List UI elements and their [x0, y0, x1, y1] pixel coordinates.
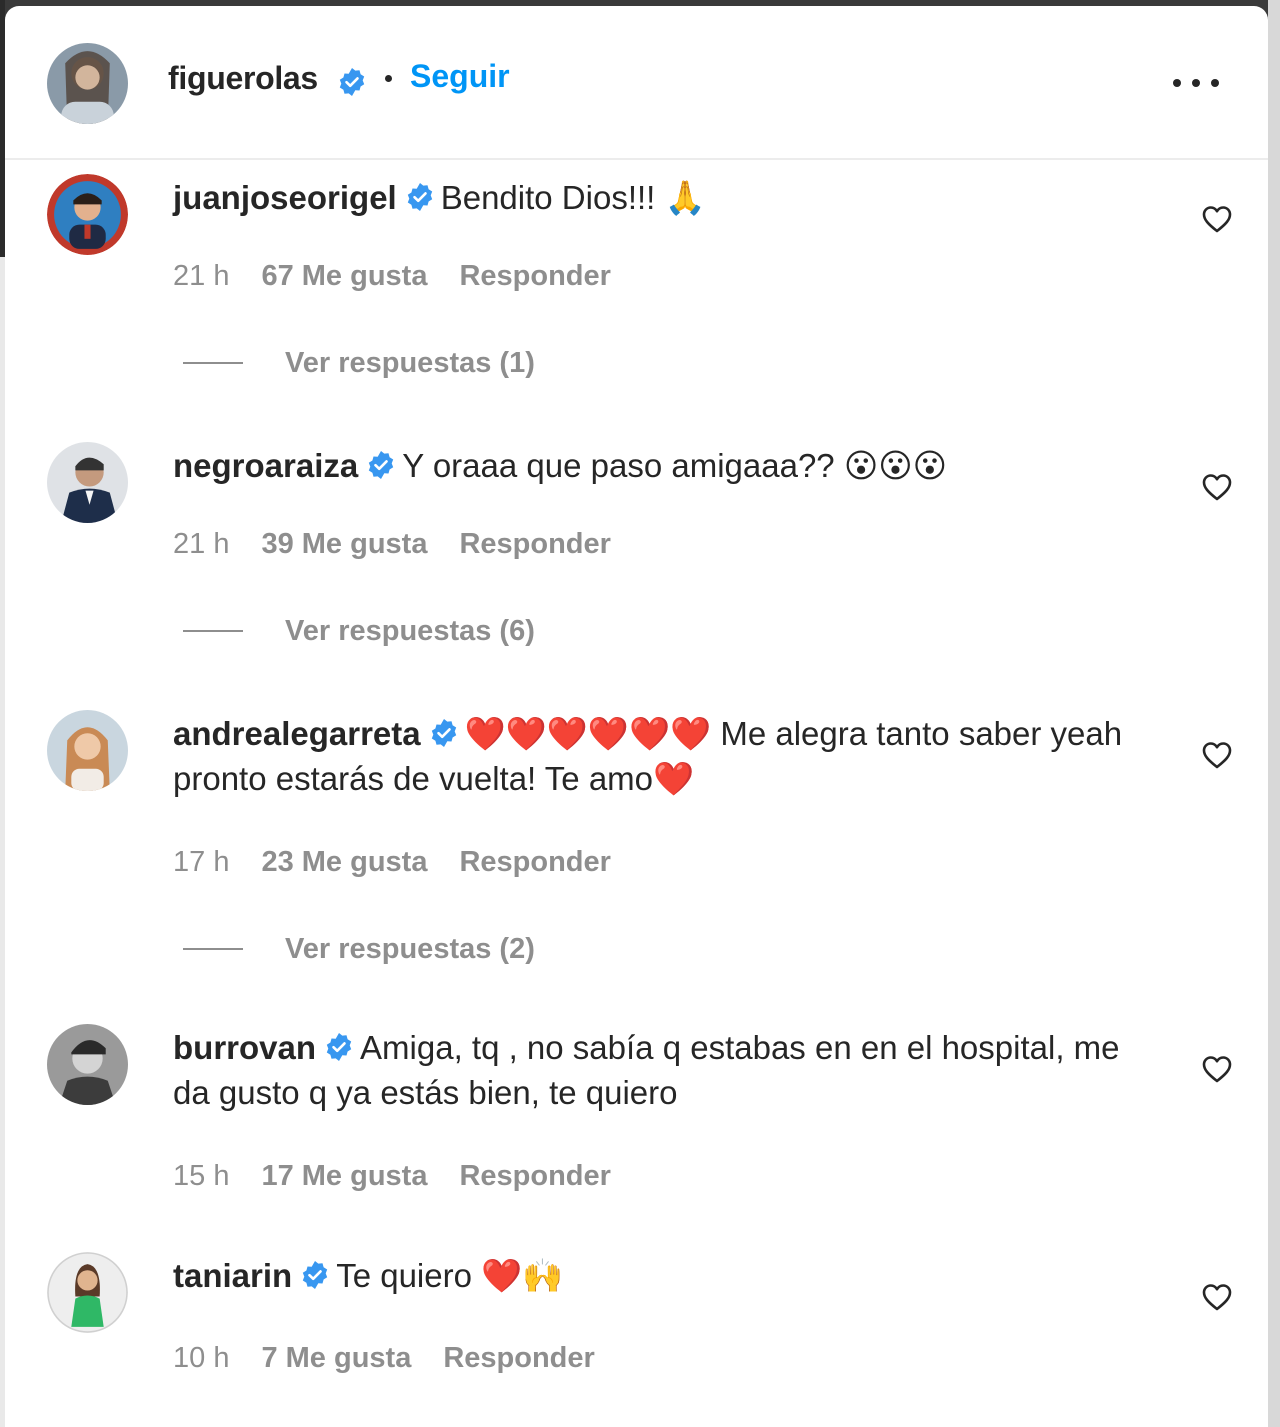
comment-text: andrealegarreta ❤️❤️❤️❤️❤️❤️ Me alegra ta… [173, 711, 1123, 801]
view-replies-label: Ver respuestas (2) [285, 932, 535, 965]
view-replies-line [183, 948, 243, 950]
reply-button[interactable]: Responder [459, 1160, 610, 1193]
view-replies-button[interactable]: Ver respuestas (6) [183, 611, 535, 651]
commenter-avatar[interactable] [47, 442, 128, 523]
comment-username[interactable]: taniarin [173, 1257, 292, 1294]
comment-body: Bendito Dios!!! 🙏 [440, 179, 706, 216]
like-heart-icon[interactable] [1201, 204, 1233, 234]
comment-body: Y oraaa que paso amigaaa?? 😮😮😮 [402, 447, 948, 484]
like-heart-icon[interactable] [1201, 1054, 1233, 1084]
comment-time: 17 h [173, 845, 230, 878]
comment-meta: 17 h 23 Me gusta Responder [173, 842, 611, 882]
separator-dot [385, 75, 392, 82]
scrollbar-track[interactable] [1268, 0, 1280, 1427]
like-heart-icon[interactable] [1201, 472, 1233, 502]
comment-likes[interactable]: 17 Me gusta [261, 1160, 427, 1193]
comment-username[interactable]: andrealegarreta [173, 715, 421, 752]
comment-username[interactable]: burrovan [173, 1029, 316, 1066]
commenter-avatar[interactable] [47, 1252, 128, 1333]
view-replies-line [183, 630, 243, 632]
comment-body: Te quiero ❤️🙌 [336, 1257, 564, 1294]
verified-badge-icon [405, 182, 435, 212]
like-heart-icon[interactable] [1201, 1282, 1233, 1312]
view-replies-label: Ver respuestas (1) [285, 346, 535, 379]
comment-meta: 21 h 67 Me gusta Responder [173, 256, 611, 296]
comment-text: juanjoseorigel Bendito Dios!!! 🙏 [173, 175, 1123, 220]
reply-button[interactable]: Responder [459, 846, 610, 879]
view-replies-button[interactable]: Ver respuestas (2) [183, 929, 535, 969]
commenter-avatar[interactable] [47, 1024, 128, 1105]
reply-button[interactable]: Responder [443, 1342, 594, 1375]
comment-text: burrovan Amiga, tq , no sabía q estabas e… [173, 1025, 1123, 1115]
verified-badge-icon [366, 450, 396, 480]
verified-badge-icon [337, 67, 367, 97]
comment-likes[interactable]: 23 Me gusta [261, 846, 427, 879]
verified-badge-icon [324, 1032, 354, 1062]
reply-button[interactable]: Responder [459, 528, 610, 561]
reply-button[interactable]: Responder [459, 260, 610, 293]
like-heart-icon[interactable] [1201, 740, 1233, 770]
author-username[interactable]: figuerolas [168, 60, 318, 97]
commenter-avatar[interactable] [47, 710, 128, 791]
comment-likes[interactable]: 67 Me gusta [261, 260, 427, 293]
comment-username[interactable]: juanjoseorigel [173, 179, 397, 216]
comment-time: 21 h [173, 527, 230, 560]
comment-likes[interactable]: 39 Me gusta [261, 528, 427, 561]
verified-badge-icon [300, 1260, 330, 1290]
comment-meta: 21 h 39 Me gusta Responder [173, 524, 611, 564]
comment-text: taniarin Te quiero ❤️🙌 [173, 1253, 1123, 1298]
comment-meta: 10 h 7 Me gusta Responder [173, 1338, 595, 1378]
view-replies-label: Ver respuestas (6) [285, 614, 535, 647]
view-replies-button[interactable]: Ver respuestas (1) [183, 343, 535, 383]
author-avatar[interactable] [47, 43, 128, 124]
post-comments-panel: figuerolas Seguir juanjoseorigel Bendito … [5, 6, 1268, 1427]
comment-text: negroaraiza Y oraaa que paso amigaaa?? 😮😮… [173, 443, 1123, 488]
comment-time: 21 h [173, 259, 230, 292]
comment-time: 15 h [173, 1159, 230, 1192]
commenter-avatar[interactable] [47, 174, 128, 255]
comment-meta: 15 h 17 Me gusta Responder [173, 1156, 611, 1196]
more-options-icon[interactable] [1173, 68, 1219, 98]
comment-likes[interactable]: 7 Me gusta [261, 1342, 411, 1375]
comment-time: 10 h [173, 1341, 230, 1374]
comment-username[interactable]: negroaraiza [173, 447, 358, 484]
view-replies-line [183, 362, 243, 364]
verified-badge-icon [429, 718, 459, 748]
post-header: figuerolas Seguir [5, 6, 1268, 160]
follow-button[interactable]: Seguir [410, 58, 510, 95]
